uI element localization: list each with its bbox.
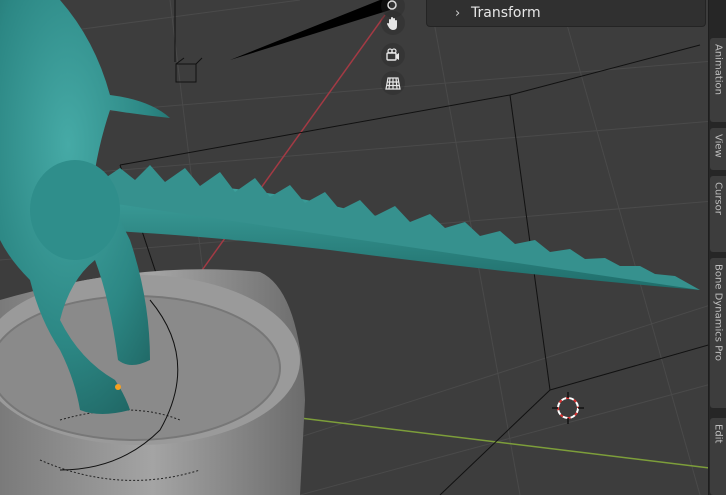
tab-cursor[interactable]: Cursor xyxy=(710,176,726,252)
chevron-right-icon: › xyxy=(455,5,461,21)
tab-label: View xyxy=(712,134,724,158)
tab-label: Edit xyxy=(712,424,724,444)
tab-label: Animation xyxy=(712,44,724,95)
tab-label: Bone Dynamics Pro xyxy=(712,264,724,362)
3d-viewport[interactable] xyxy=(0,0,726,495)
camera-view-icon[interactable] xyxy=(381,43,405,67)
tab-edit[interactable]: Edit xyxy=(710,418,726,495)
tab-label: Cursor xyxy=(712,182,724,215)
grid-ortho-icon[interactable] xyxy=(381,71,405,95)
transform-label: Transform xyxy=(471,5,541,21)
sidebar-tabs: Animation View Cursor Bone Dynamics Pro … xyxy=(708,0,726,495)
viewport-scene xyxy=(0,0,726,495)
transform-panel-header[interactable]: › Transform xyxy=(426,0,706,27)
origin-point xyxy=(115,384,121,390)
hand-pan-icon[interactable] xyxy=(381,11,405,35)
tab-view[interactable]: View xyxy=(710,128,726,170)
tab-bone-dynamics-pro[interactable]: Bone Dynamics Pro xyxy=(710,258,726,408)
camera-frustum xyxy=(230,0,390,60)
tab-animation[interactable]: Animation xyxy=(710,38,726,122)
